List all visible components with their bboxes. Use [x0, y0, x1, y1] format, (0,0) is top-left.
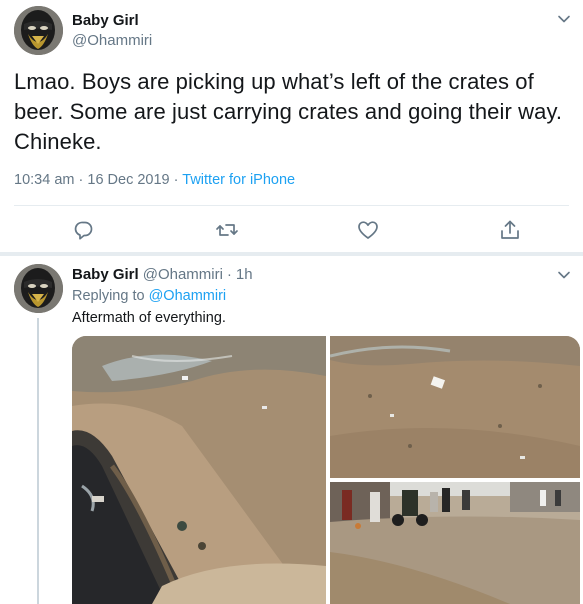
tweet-text: Lmao. Boys are picking up what’s left of…: [14, 69, 563, 154]
tweet-time[interactable]: 10:34 am: [14, 172, 74, 188]
chevron-down-icon[interactable]: [557, 12, 571, 26]
main-tweet[interactable]: Baby Girl @Ohammiri Lmao. Boys are picki…: [0, 0, 583, 252]
reply-text: Aftermath of everything.: [72, 310, 226, 326]
reply-header: Baby Girl @Ohammiri · 1h: [72, 266, 253, 283]
thread-line: [37, 318, 39, 604]
replying-to: Replying to @Ohammiri: [72, 288, 226, 304]
retweet-icon[interactable]: [215, 218, 239, 242]
media-grid: [72, 336, 580, 604]
meta-separator: ·: [173, 172, 179, 188]
photo-street[interactable]: [330, 482, 580, 604]
reply-icon[interactable]: [72, 218, 96, 242]
author-handle[interactable]: @Ohammiri: [143, 266, 223, 283]
header-dot: ·: [226, 267, 232, 283]
chevron-down-icon[interactable]: [557, 268, 571, 282]
meta-separator: ·: [78, 172, 84, 188]
tweet-date[interactable]: 16 Dec 2019: [87, 172, 169, 188]
replying-to-mention[interactable]: @Ohammiri: [149, 288, 227, 304]
author-display-name[interactable]: Baby Girl: [72, 266, 139, 283]
author-display-name[interactable]: Baby Girl: [72, 12, 139, 29]
divider: [14, 205, 569, 206]
avatar[interactable]: [14, 6, 63, 55]
heart-icon[interactable]: [356, 218, 380, 242]
replying-label: Replying to: [72, 288, 145, 304]
tweet-meta: 10:34 am · 16 Dec 2019 · Twitter for iPh…: [14, 172, 295, 188]
tweet-actions: [0, 218, 583, 244]
author-handle[interactable]: @Ohammiri: [72, 32, 152, 49]
tweet-age[interactable]: 1h: [236, 266, 253, 283]
photo-gutter[interactable]: [72, 336, 326, 604]
reply-tweet[interactable]: Baby Girl @Ohammiri · 1h Replying to @Oh…: [0, 256, 583, 604]
photo-ground[interactable]: [330, 336, 580, 478]
tweet-source-link[interactable]: Twitter for iPhone: [182, 172, 295, 188]
avatar[interactable]: [14, 264, 63, 313]
share-icon[interactable]: [498, 218, 522, 242]
